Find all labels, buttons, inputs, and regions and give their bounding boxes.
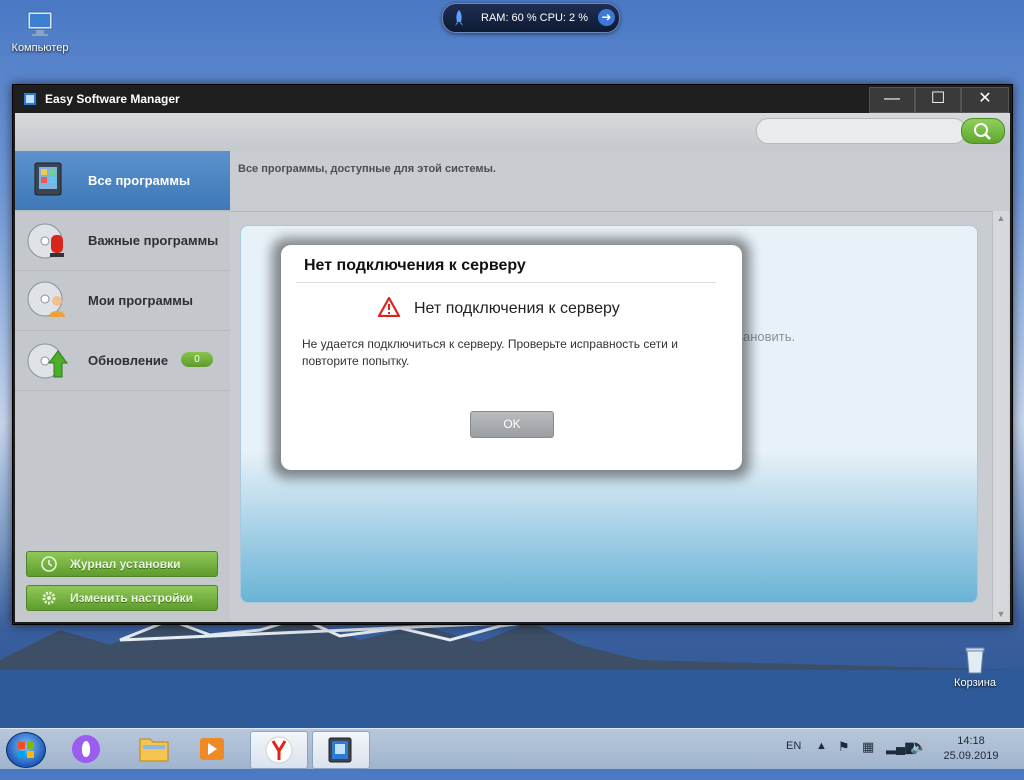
toolbar [15, 113, 1010, 152]
sidebar-item-important-programs[interactable]: Важные программы [15, 211, 230, 271]
recycle-bin-icon [965, 647, 985, 674]
important-programs-icon [27, 223, 64, 259]
minimize-button[interactable]: — [869, 87, 915, 113]
sidebar-item-label: Мои программы [88, 293, 194, 308]
clock-icon [41, 556, 57, 572]
folder-icon [139, 738, 169, 762]
media-player-icon [200, 738, 224, 760]
gear-icon [42, 591, 56, 605]
gadget-stats-text: RAM: 60 % CPU: 2 % [481, 12, 588, 24]
desktop-icon-label: Корзина [954, 677, 996, 689]
action-center-icon[interactable]: ⚑ [838, 739, 850, 779]
sidebar-item-label: Важные программы [88, 233, 219, 248]
taskbar-media-player-button[interactable] [184, 731, 240, 767]
vertical-scrollbar[interactable]: ▲ ▼ [992, 211, 1009, 621]
warning-icon [378, 297, 400, 317]
taskbar-easy-software-manager-button[interactable] [312, 731, 370, 769]
taskbar-explorer-button[interactable] [126, 731, 182, 767]
maximize-button[interactable]: ☐ [915, 87, 961, 113]
desktop-icon-label: Компьютер [11, 42, 69, 54]
easy-software-manager-icon [328, 737, 352, 763]
sidebar-item-label: Все программы [88, 173, 191, 188]
computer-icon [27, 11, 53, 36]
all-programs-icon [34, 162, 62, 196]
divider [230, 211, 1010, 212]
system-monitor-gadget[interactable]: RAM: 60 % CPU: 2 % ➜ [442, 3, 620, 33]
window-titlebar[interactable]: Easy Software Manager — ☐ ✕ [13, 85, 1012, 113]
sidebar-item-my-programs[interactable]: Мои программы [15, 271, 230, 331]
sidebar-item-all-programs[interactable]: Все программы [15, 151, 230, 211]
ok-button[interactable]: OK [470, 411, 554, 438]
dialog-message: Не удается подключиться к серверу. Прове… [302, 337, 678, 368]
arrow-right-icon[interactable]: ➜ [598, 9, 615, 26]
scroll-down-icon[interactable]: ▼ [993, 607, 1009, 621]
dialog-heading: Нет подключения к серверу [414, 300, 620, 317]
desktop-icon-recycle-bin[interactable]: Корзина [935, 643, 1015, 689]
rocket-icon [455, 10, 463, 26]
scroll-up-icon[interactable]: ▲ [993, 211, 1009, 225]
search-input[interactable] [756, 118, 966, 144]
sidebar-item-label: Обновление [88, 353, 169, 368]
taskbar-yandex-browser-button[interactable] [250, 731, 308, 769]
sidebar: Все программы Важные программы Мои прогр… [15, 151, 230, 622]
divider [296, 282, 716, 283]
network-adapter-icon[interactable]: ▦ [862, 739, 874, 779]
clock-time: 14:18 [957, 735, 985, 747]
change-settings-button[interactable]: Изменить настройки [26, 585, 218, 611]
yandex-browser-icon [265, 736, 293, 764]
desktop-icon-computer[interactable]: Компьютер [0, 8, 80, 54]
search-icon [974, 123, 991, 140]
update-icon [27, 343, 68, 379]
install-log-button[interactable]: Журнал установки [26, 551, 218, 577]
taskbar-alice-button[interactable] [58, 731, 114, 767]
dialog-title: Нет подключения к серверу [304, 257, 526, 274]
app-icon [24, 93, 36, 105]
volume-icon[interactable]: 🔊 [910, 738, 927, 778]
windows-logo-icon [18, 742, 34, 758]
sidebar-item-update[interactable]: Обновление 0 [15, 331, 230, 391]
search-button[interactable] [961, 118, 1005, 144]
update-count-badge: 0 [181, 352, 213, 367]
taskbar: EN ▲ ⚑ ▦ ▂▄▆ 🔊 14:18 25.09.2019 [0, 728, 1024, 769]
button-label: Изменить настройки [70, 591, 193, 605]
clock-date: 25.09.2019 [943, 750, 999, 762]
start-button[interactable] [6, 732, 46, 768]
my-programs-icon [27, 281, 65, 317]
section-description: Все программы, доступные для этой систем… [238, 163, 496, 175]
close-button[interactable]: ✕ [961, 87, 1009, 113]
button-label: Журнал установки [70, 557, 181, 571]
alice-assistant-icon [72, 735, 100, 763]
language-indicator[interactable]: EN [786, 740, 801, 780]
show-hidden-icons-icon[interactable]: ▲ [816, 740, 827, 780]
window-title: Easy Software Manager [45, 92, 180, 106]
background-text: ановить. [743, 329, 796, 344]
system-clock[interactable]: 14:18 25.09.2019 [938, 734, 1004, 764]
error-dialog: Нет подключения к серверу Нет подключени… [281, 245, 742, 470]
